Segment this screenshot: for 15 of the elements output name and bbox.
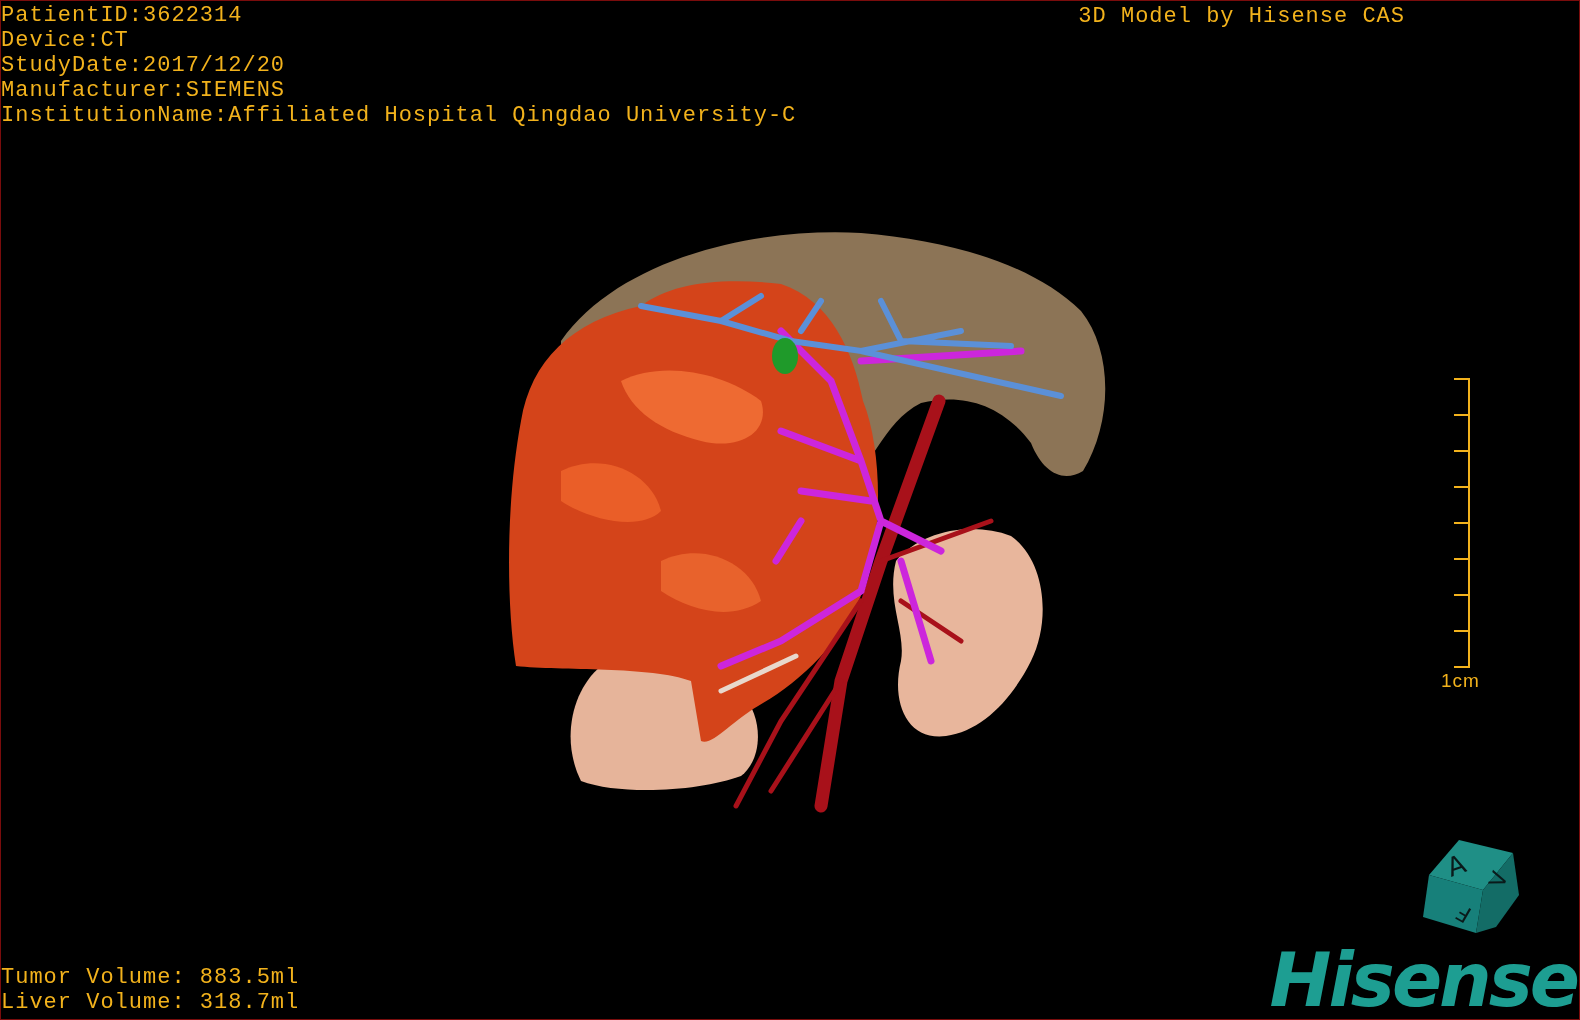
patient-info-text: StudyDate:2017/12/20 [1,53,286,78]
brand-logo: Hisense [1269,945,1577,1015]
scale-label: 1cm [1441,671,1480,691]
cube-face-label: A [1442,848,1470,883]
patient-info-text: InstitutionName:Affiliated Hospital Qingdao University-C [1,103,797,128]
patient-info-text: Device:CT [1,28,129,53]
cube-face-label: V [1484,868,1513,891]
volume-reading: Tumor Volume: 883.5ml [1,965,300,990]
model-viewport[interactable] [0,0,1580,1020]
patient-info-text: Manufacturer:SIEMENS [1,78,286,103]
patient-info-text: PatientID:3622314 [1,3,243,28]
cube-face-label: F [1451,899,1476,928]
viewer-title: 3D Model by Hisense CAS [1078,3,1405,29]
orientation-cube[interactable]: A V F [1423,840,1519,933]
volume-reading: Liver Volume: 318.7ml [1,990,300,1015]
